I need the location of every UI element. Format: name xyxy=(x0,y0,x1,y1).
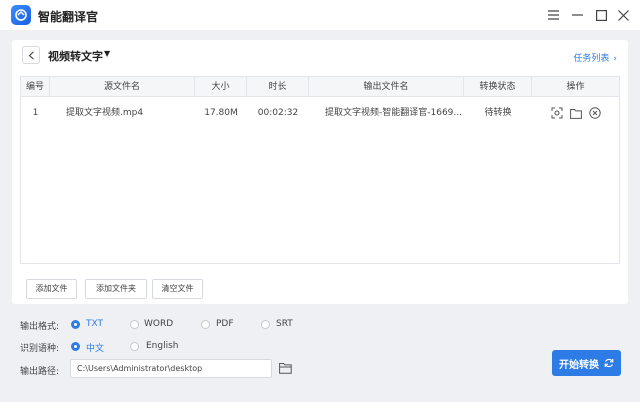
file-table: 编号 源文件名 大小 时长 输出文件名 转换状态 操作 1 提取文字视频.mp4… xyxy=(20,76,620,264)
task-list-link[interactable]: 任务列表 › xyxy=(573,51,617,64)
radio-word[interactable] xyxy=(130,320,139,329)
column-header: 编号 xyxy=(21,77,50,97)
column-header: 操作 xyxy=(566,82,585,92)
cell-size: 17.80M xyxy=(204,108,238,118)
preview-icon[interactable] xyxy=(550,107,563,120)
add-file-button[interactable]: 添加文件 xyxy=(26,279,77,299)
start-convert-button[interactable]: 开始转换 xyxy=(552,350,621,376)
cell-operations xyxy=(532,98,619,128)
page-title[interactable]: 视频转文字 xyxy=(48,48,103,64)
table-row[interactable]: 1 提取文字视频.mp4 17.80M 00:02:32 提取文字视频-智能翻译… xyxy=(21,98,619,128)
cell-output: 提取文字视频-智能翻译官-1669... xyxy=(325,108,462,118)
maximize-icon[interactable] xyxy=(593,7,609,23)
format-label: 输出格式: xyxy=(20,322,60,332)
folder-icon[interactable] xyxy=(569,107,582,120)
app-title: 智能翻译官 xyxy=(38,10,99,24)
radio-word-label[interactable]: WORD xyxy=(144,319,173,329)
radio-pdf-label[interactable]: PDF xyxy=(216,319,234,329)
radio-english-label[interactable]: English xyxy=(146,341,179,351)
radio-pdf[interactable] xyxy=(201,320,210,329)
column-header: 转换状态 xyxy=(464,77,532,97)
app-logo-icon xyxy=(11,5,31,25)
menu-icon[interactable] xyxy=(545,7,561,23)
path-label: 输出路径: xyxy=(20,367,60,377)
minimize-icon[interactable] xyxy=(569,7,585,23)
title-bar: 智能翻译官 xyxy=(0,0,640,30)
cell-status: 待转换 xyxy=(484,108,512,118)
delete-icon[interactable] xyxy=(588,107,601,120)
column-header: 时长 xyxy=(247,77,309,97)
browse-folder-icon[interactable] xyxy=(279,362,293,375)
main-panel: 视频转文字 ▼ 任务列表 › 编号 源文件名 大小 时长 输出文件名 转换状态 操… xyxy=(12,40,628,304)
radio-txt[interactable] xyxy=(71,320,80,329)
radio-srt-label[interactable]: SRT xyxy=(276,319,293,329)
radio-txt-label[interactable]: TXT xyxy=(86,319,103,329)
clear-files-button[interactable]: 清空文件 xyxy=(152,279,203,299)
cell-duration: 00:02:32 xyxy=(257,108,299,118)
close-icon[interactable] xyxy=(615,7,631,23)
chevron-right-icon: › xyxy=(613,54,617,64)
radio-chinese-label[interactable]: 中文 xyxy=(86,341,104,354)
add-folder-button[interactable]: 添加文件夹 xyxy=(85,279,147,299)
column-header: 源文件名 xyxy=(50,77,195,97)
chevron-left-icon xyxy=(28,50,34,60)
radio-srt[interactable] xyxy=(261,320,270,329)
language-label: 识别语种: xyxy=(20,344,60,354)
cell-source: 提取文字视频.mp4 xyxy=(66,108,144,118)
cell-index: 1 xyxy=(32,108,39,118)
radio-english[interactable] xyxy=(130,342,139,351)
radio-chinese[interactable] xyxy=(71,342,80,351)
column-header: 输出文件名 xyxy=(309,77,464,97)
table-header: 编号 源文件名 大小 时长 输出文件名 转换状态 操作 xyxy=(21,77,619,97)
caret-down-icon[interactable]: ▼ xyxy=(104,49,110,58)
back-button[interactable] xyxy=(22,46,40,64)
column-header: 大小 xyxy=(195,77,247,97)
refresh-icon xyxy=(604,358,614,368)
output-path-input[interactable] xyxy=(70,359,272,378)
